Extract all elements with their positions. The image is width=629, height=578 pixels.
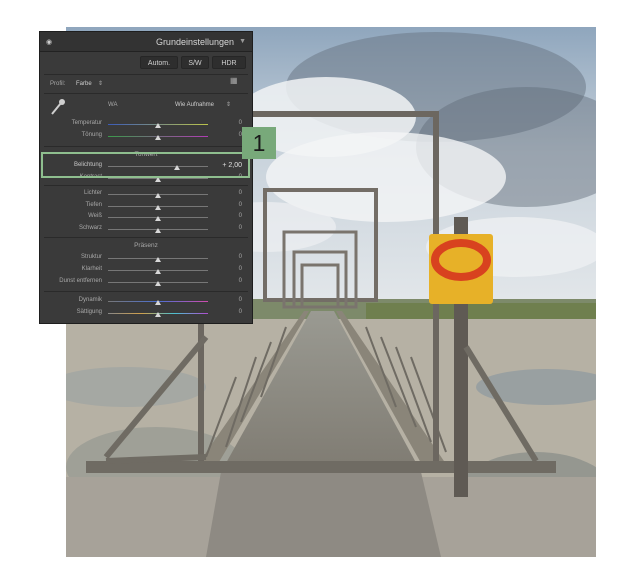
profile-label: Profil: xyxy=(50,81,66,87)
wb-value[interactable]: Wie Aufnahme xyxy=(175,102,214,108)
panel-title: Grundeinstellungen xyxy=(155,37,234,47)
whites-value[interactable]: 0 xyxy=(239,213,242,219)
dehaze-label: Dunst entfernen xyxy=(59,278,102,284)
divider xyxy=(44,146,248,147)
temperature-label: Temperatur xyxy=(71,120,102,126)
texture-value[interactable]: 0 xyxy=(239,254,242,260)
presence-section-label: Präsenz xyxy=(134,242,158,249)
clarity-label: Klarheit xyxy=(81,266,102,272)
tint-label: Tönung xyxy=(81,132,102,138)
divider xyxy=(44,74,248,75)
divider xyxy=(44,291,248,292)
vibrance-label: Dynamik xyxy=(78,297,102,303)
collapse-triangle-icon[interactable]: ▼ xyxy=(239,38,246,45)
texture-thumb[interactable] xyxy=(155,257,161,262)
temperature-value[interactable]: 0 xyxy=(239,120,242,126)
eye-icon[interactable]: ◉ xyxy=(46,38,52,46)
texture-label: Struktur xyxy=(80,254,102,260)
vibrance-thumb[interactable] xyxy=(155,300,161,305)
whites-label: Weiß xyxy=(88,213,102,219)
clarity-thumb[interactable] xyxy=(155,269,161,274)
panel-header[interactable]: ◉ Grundeinstellungen ▼ xyxy=(40,32,252,52)
bw-button[interactable]: S/W xyxy=(181,56,209,69)
dehaze-value[interactable]: 0 xyxy=(239,278,242,284)
highlights-value[interactable]: 0 xyxy=(239,190,242,196)
temperature-thumb[interactable] xyxy=(155,123,161,128)
profile-value[interactable]: Farbe xyxy=(76,81,92,87)
divider xyxy=(44,185,248,186)
grid-icon[interactable]: ▦ xyxy=(230,76,238,85)
eyedropper-icon[interactable] xyxy=(50,98,66,116)
whites-thumb[interactable] xyxy=(155,216,161,221)
highlights-thumb[interactable] xyxy=(155,193,161,198)
hdr-button[interactable]: HDR xyxy=(212,56,246,69)
auto-button[interactable]: Autom. xyxy=(140,56,178,69)
shadows-value[interactable]: 0 xyxy=(239,202,242,208)
divider xyxy=(44,93,248,94)
highlights-label: Lichter xyxy=(83,190,102,196)
blacks-value[interactable]: 0 xyxy=(239,225,242,231)
blacks-label: Schwarz xyxy=(78,225,102,231)
saturation-label: Sättigung xyxy=(76,309,102,315)
step-number-badge: 1 xyxy=(242,127,276,159)
blacks-thumb[interactable] xyxy=(155,228,161,233)
tint-thumb[interactable] xyxy=(155,135,161,140)
chevron-updown-icon[interactable]: ⇕ xyxy=(98,80,103,87)
shadows-label: Tiefen xyxy=(85,202,102,208)
shadows-thumb[interactable] xyxy=(155,205,161,210)
divider xyxy=(44,237,248,238)
chevron-updown-icon[interactable]: ⇕ xyxy=(226,101,231,108)
wb-label: WA xyxy=(108,102,118,108)
clarity-value[interactable]: 0 xyxy=(239,266,242,272)
dehaze-thumb[interactable] xyxy=(155,281,161,286)
saturation-value[interactable]: 0 xyxy=(239,309,242,315)
saturation-thumb[interactable] xyxy=(155,312,161,317)
vibrance-value[interactable]: 0 xyxy=(239,297,242,303)
exposure-highlight-frame xyxy=(41,152,250,178)
